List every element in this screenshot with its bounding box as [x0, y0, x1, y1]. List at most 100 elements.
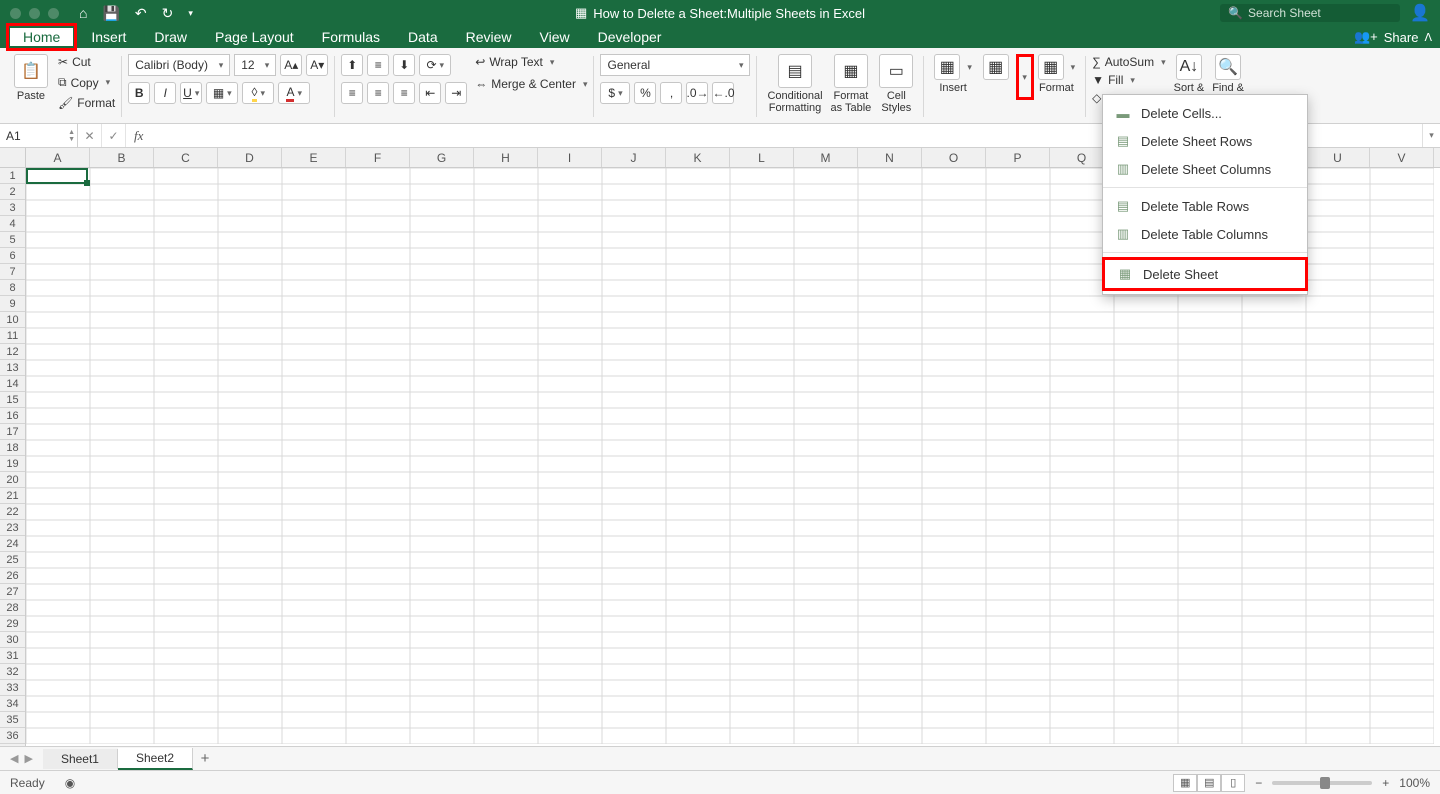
row-header-29[interactable]: 29	[0, 616, 25, 632]
minimize-window-icon[interactable]	[29, 8, 40, 19]
sheet-tab-2[interactable]: Sheet2	[118, 748, 193, 770]
row-header-34[interactable]: 34	[0, 696, 25, 712]
col-header-G[interactable]: G	[410, 148, 474, 167]
format-as-table-button[interactable]: ▦ Format as Table	[827, 54, 876, 114]
align-middle-button[interactable]: ≡	[367, 54, 389, 76]
increase-decimal-button[interactable]: .0→	[686, 82, 708, 104]
align-bottom-button[interactable]: ⬇	[393, 54, 415, 76]
col-header-D[interactable]: D	[218, 148, 282, 167]
collapse-ribbon-icon[interactable]: ᐱ	[1424, 31, 1432, 44]
macro-record-icon[interactable]: ◉	[65, 776, 75, 790]
select-all-corner[interactable]	[0, 148, 26, 168]
formula-cancel-button[interactable]: ✕	[78, 124, 102, 147]
menu-delete-sheet-rows[interactable]: ▤Delete Sheet Rows	[1103, 127, 1307, 155]
fill-color-button[interactable]: ◊▾	[242, 82, 274, 104]
row-header-26[interactable]: 26	[0, 568, 25, 584]
zoom-value[interactable]: 100%	[1399, 776, 1430, 790]
tab-insert[interactable]: Insert	[77, 29, 140, 45]
col-header-N[interactable]: N	[858, 148, 922, 167]
tab-draw[interactable]: Draw	[140, 29, 201, 45]
format-cells-button[interactable]: ▦▾ Format	[1034, 54, 1080, 94]
align-top-button[interactable]: ⬆	[341, 54, 363, 76]
fill-handle[interactable]	[84, 180, 90, 186]
zoom-slider[interactable]	[1272, 781, 1372, 785]
tab-view[interactable]: View	[526, 29, 584, 45]
col-header-U[interactable]: U	[1306, 148, 1370, 167]
wrap-text-button[interactable]: ↩Wrap Text▾	[475, 54, 587, 70]
menu-delete-table-columns[interactable]: ▥Delete Table Columns	[1103, 220, 1307, 248]
border-button[interactable]: ▦▾	[206, 82, 238, 104]
col-header-F[interactable]: F	[346, 148, 410, 167]
font-name-combo[interactable]: Calibri (Body)▾	[128, 54, 230, 76]
copy-button[interactable]: ⧉Copy▾	[58, 74, 115, 91]
col-header-V[interactable]: V	[1370, 148, 1434, 167]
col-header-L[interactable]: L	[730, 148, 794, 167]
row-header-25[interactable]: 25	[0, 552, 25, 568]
row-headers[interactable]: 1234567891011121314151617181920212223242…	[0, 168, 26, 746]
close-window-icon[interactable]	[10, 8, 21, 19]
row-header-5[interactable]: 5	[0, 232, 25, 248]
col-header-K[interactable]: K	[666, 148, 730, 167]
zoom-in-button[interactable]: +	[1382, 776, 1389, 790]
align-right-button[interactable]: ≡	[393, 82, 415, 104]
undo-icon[interactable]: ↶	[135, 5, 147, 22]
formula-enter-button[interactable]: ✓	[102, 124, 126, 147]
qat-more-icon[interactable]: ▾	[188, 8, 193, 19]
delete-dropdown-arrow[interactable]: ▾	[1019, 57, 1031, 97]
row-header-3[interactable]: 3	[0, 200, 25, 216]
row-header-21[interactable]: 21	[0, 488, 25, 504]
row-header-6[interactable]: 6	[0, 248, 25, 264]
row-header-18[interactable]: 18	[0, 440, 25, 456]
col-header-I[interactable]: I	[538, 148, 602, 167]
row-header-17[interactable]: 17	[0, 424, 25, 440]
col-header-B[interactable]: B	[90, 148, 154, 167]
redo-icon[interactable]: ↻	[162, 5, 174, 22]
row-header-2[interactable]: 2	[0, 184, 25, 200]
menu-delete-sheet-columns[interactable]: ▥Delete Sheet Columns	[1103, 155, 1307, 183]
tab-formulas[interactable]: Formulas	[308, 29, 394, 45]
row-header-13[interactable]: 13	[0, 360, 25, 376]
row-header-7[interactable]: 7	[0, 264, 25, 280]
row-header-16[interactable]: 16	[0, 408, 25, 424]
comma-button[interactable]: ,	[660, 82, 682, 104]
format-painter-button[interactable]: 🖌Format	[58, 95, 115, 111]
menu-delete-sheet[interactable]: ▦Delete Sheet	[1105, 260, 1305, 288]
row-header-31[interactable]: 31	[0, 648, 25, 664]
font-size-combo[interactable]: 12▾	[234, 54, 276, 76]
row-header-32[interactable]: 32	[0, 664, 25, 680]
orientation-button[interactable]: ⟳▾	[419, 54, 451, 76]
bold-button[interactable]: B	[128, 82, 150, 104]
row-header-14[interactable]: 14	[0, 376, 25, 392]
name-box[interactable]: A1 ▲▼	[0, 124, 78, 147]
shrink-font-button[interactable]: A▾	[306, 54, 328, 76]
grow-font-button[interactable]: A▴	[280, 54, 302, 76]
cut-button[interactable]: ✂Cut	[58, 54, 115, 70]
align-center-button[interactable]: ≡	[367, 82, 389, 104]
decrease-indent-button[interactable]: ⇤	[419, 82, 441, 104]
menu-delete-table-rows[interactable]: ▤Delete Table Rows	[1103, 192, 1307, 220]
row-header-19[interactable]: 19	[0, 456, 25, 472]
row-header-20[interactable]: 20	[0, 472, 25, 488]
row-header-24[interactable]: 24	[0, 536, 25, 552]
tab-page-layout[interactable]: Page Layout	[201, 29, 308, 45]
col-header-C[interactable]: C	[154, 148, 218, 167]
row-header-22[interactable]: 22	[0, 504, 25, 520]
row-header-30[interactable]: 30	[0, 632, 25, 648]
row-header-28[interactable]: 28	[0, 600, 25, 616]
row-header-11[interactable]: 11	[0, 328, 25, 344]
row-header-10[interactable]: 10	[0, 312, 25, 328]
autosum-button[interactable]: ∑AutoSum▾	[1092, 54, 1165, 70]
row-header-15[interactable]: 15	[0, 392, 25, 408]
cell-styles-button[interactable]: ▭ Cell Styles	[875, 54, 917, 114]
tab-review[interactable]: Review	[452, 29, 526, 45]
search-input[interactable]: 🔍 Search Sheet	[1220, 4, 1400, 22]
insert-cells-button[interactable]: ▦▾ Insert	[930, 54, 976, 94]
zoom-out-button[interactable]: −	[1255, 776, 1262, 790]
tab-data[interactable]: Data	[394, 29, 452, 45]
font-color-button[interactable]: A▾	[278, 82, 310, 104]
user-icon[interactable]: 👤	[1410, 3, 1430, 23]
row-header-36[interactable]: 36	[0, 728, 25, 744]
sheet-nav-prev[interactable]: ◀	[10, 752, 18, 765]
delete-cells-button[interactable]: ▦ Delete	[976, 54, 1012, 94]
menu-delete-cells[interactable]: ▬Delete Cells...	[1103, 99, 1307, 127]
